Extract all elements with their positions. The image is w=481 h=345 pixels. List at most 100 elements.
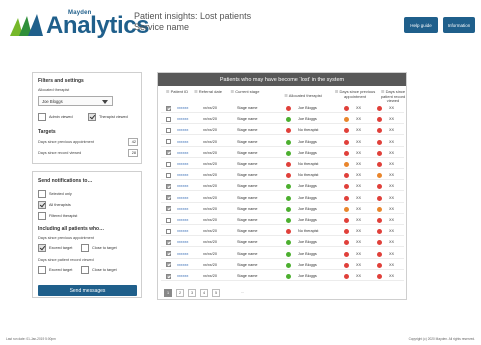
therapist-viewed-checkbox[interactable] <box>88 113 96 121</box>
table-row[interactable]: xxxxxx xx/xx/20 Stage name Joe Bloggs XX XX <box>161 250 404 259</box>
prev-close-to-target-checkbox[interactable] <box>81 244 89 252</box>
patient-id-link[interactable]: xxxxxx <box>177 274 188 278</box>
table-row[interactable]: xxxxxx xx/xx/20 Stage name No therapist XX XX <box>161 160 404 169</box>
row-select-checkbox[interactable] <box>166 172 171 178</box>
record-viewed-status-dot <box>377 173 382 179</box>
current-stage: Stage name <box>237 262 258 267</box>
filter-icon: ☰ <box>334 89 339 94</box>
table-row[interactable]: xxxxxx xx/xx/20 Stage name Joe Bloggs XX XX <box>161 261 404 270</box>
table-row[interactable]: xxxxxx xx/xx/20 Stage name Joe Bloggs XX XX <box>161 115 404 125</box>
prev-exceed-target-checkbox[interactable] <box>38 244 46 252</box>
row-select-checkbox[interactable] <box>166 139 171 145</box>
row-select-checkbox[interactable] <box>166 195 171 201</box>
days-prev-appointment-input[interactable]: 42 <box>128 138 138 146</box>
patient-id-link[interactable]: xxxxxx <box>177 106 188 110</box>
row-select-checkbox[interactable] <box>166 150 171 156</box>
therapist-status-dot <box>286 195 291 201</box>
patient-id-link[interactable]: xxxxxx <box>177 162 188 166</box>
table-row[interactable]: xxxxxx xx/xx/20 Stage name Joe Bloggs XX XX <box>161 216 404 225</box>
patient-id-link[interactable]: xxxxxx <box>177 173 188 177</box>
row-select-checkbox[interactable] <box>166 105 171 111</box>
table-row[interactable]: xxxxxx xx/xx/20 Stage name No therapist XX XX <box>161 126 404 136</box>
table-row[interactable]: xxxxxx xx/xx/20 Stage name Joe Bloggs XX XX <box>161 149 404 158</box>
row-select-checkbox[interactable] <box>166 183 171 189</box>
patient-id-link[interactable]: xxxxxx <box>177 207 188 211</box>
table-row[interactable]: xxxxxx xx/xx/20 Stage name Joe Bloggs XX XX <box>161 238 404 248</box>
table-row[interactable]: xxxxxx xx/xx/20 Stage name Joe Bloggs XX XX <box>161 182 404 192</box>
prev-appointment-status-dot <box>344 251 349 257</box>
record-close-to-target-checkbox[interactable] <box>81 266 89 274</box>
patient-id-link[interactable]: xxxxxx <box>177 128 188 132</box>
page-button[interactable]: 4 <box>200 289 208 297</box>
all-therapists-checkbox[interactable] <box>38 201 46 209</box>
patient-id-link[interactable]: xxxxxx <box>177 196 188 200</box>
col-patient-id[interactable]: ☰ Patient ID <box>164 89 190 95</box>
current-stage: Stage name <box>237 117 258 122</box>
page-button[interactable]: 2 <box>176 289 184 297</box>
days-since-prev-appointment: XX <box>356 195 362 200</box>
table-row[interactable]: xxxxxx xx/xx/20 Stage name Joe Bloggs XX XX <box>161 272 404 281</box>
days-since-record-viewed: XX <box>389 173 395 178</box>
row-select-checkbox[interactable] <box>166 228 171 234</box>
row-select-checkbox[interactable] <box>166 161 171 167</box>
page-button[interactable]: 5 <box>212 289 220 297</box>
current-stage: Stage name <box>237 240 258 245</box>
therapist-status-dot <box>286 218 291 223</box>
mayden-analytics-logo: Mayden Analytics <box>10 6 150 40</box>
patient-id-link[interactable]: xxxxxx <box>177 229 188 233</box>
therapist-status-dot <box>286 206 291 212</box>
table-row[interactable]: xxxxxx xx/xx/20 Stage name Joe Bloggs XX XX <box>161 205 404 214</box>
therapist-select[interactable]: Joe Bloggs <box>38 96 113 106</box>
row-select-checkbox[interactable] <box>166 262 171 268</box>
record-viewed-status-dot <box>377 162 382 167</box>
prev-appointment-status-dot <box>344 150 349 156</box>
days-record-viewed-input[interactable]: 28 <box>128 149 138 157</box>
information-button[interactable]: Information <box>443 17 475 33</box>
patient-id-link[interactable]: xxxxxx <box>177 240 188 244</box>
row-select-checkbox[interactable] <box>166 116 171 122</box>
table-row[interactable]: xxxxxx xx/xx/20 Stage name No therapist XX XX <box>161 227 404 237</box>
col-days-prev-appointment[interactable]: ☰ Days since previous appointment <box>331 89 379 99</box>
patient-id-link[interactable]: xxxxxx <box>177 117 188 121</box>
table-row[interactable]: xxxxxx xx/xx/20 Stage name Joe Bloggs XX XX <box>161 104 404 113</box>
record-viewed-status-dot <box>377 150 382 156</box>
col-current-stage[interactable]: ☰ Current stage <box>230 89 260 95</box>
filtered-therapist-checkbox[interactable] <box>38 212 46 220</box>
table-row[interactable]: xxxxxx xx/xx/20 Stage name No therapist XX XX <box>161 171 404 181</box>
admin-viewed-checkbox[interactable] <box>38 113 46 121</box>
referral-date: xx/xx/20 <box>203 240 217 245</box>
table-row[interactable]: xxxxxx xx/xx/20 Stage name Joe Bloggs XX XX <box>161 194 404 203</box>
row-select-checkbox[interactable] <box>166 239 171 245</box>
send-messages-button[interactable]: Send messages <box>38 285 137 296</box>
referral-date: xx/xx/20 <box>203 206 217 211</box>
table-row[interactable]: xxxxxx xx/xx/20 Stage name Joe Bloggs XX XX <box>161 138 404 147</box>
patient-id-link[interactable]: xxxxxx <box>177 184 188 188</box>
days-since-record-viewed: XX <box>389 262 395 267</box>
page-button[interactable]: 3 <box>188 289 196 297</box>
col-days-record-viewed[interactable]: ☰ Days since patient record viewed <box>380 89 406 104</box>
page-button[interactable]: 1 <box>164 289 172 297</box>
patient-id-link[interactable]: xxxxxx <box>177 151 188 155</box>
row-select-checkbox[interactable] <box>166 127 171 133</box>
page-title-block: Patient insights: Lost patients Service … <box>134 11 251 33</box>
patient-id-link[interactable]: xxxxxx <box>177 218 188 222</box>
row-select-checkbox[interactable] <box>166 251 171 257</box>
col-referral-date[interactable]: ☰ Referral date <box>192 89 224 95</box>
row-select-checkbox[interactable] <box>166 217 171 223</box>
record-viewed-status-dot <box>377 184 382 190</box>
row-select-checkbox[interactable] <box>166 273 171 279</box>
patient-id-link[interactable]: xxxxxx <box>177 263 188 267</box>
allocated-therapist: Joe Bloggs <box>298 262 317 267</box>
help-guide-button[interactable]: Help guide <box>404 17 438 33</box>
patient-id-link[interactable]: xxxxxx <box>177 140 188 144</box>
therapist-select-value: Joe Bloggs <box>42 99 63 104</box>
row-select-checkbox[interactable] <box>166 206 171 212</box>
col-allocated-therapist[interactable]: ☰ Allocated therapist <box>276 93 330 99</box>
days-since-record-viewed: XX <box>389 139 395 144</box>
allocated-therapist: Joe Bloggs <box>298 218 317 222</box>
current-stage: Stage name <box>237 206 258 211</box>
patient-id-link[interactable]: xxxxxx <box>177 252 188 256</box>
record-exceed-target-checkbox[interactable] <box>38 266 46 274</box>
allocated-therapist: Joe Bloggs <box>298 195 317 200</box>
selected-only-checkbox[interactable] <box>38 190 46 198</box>
